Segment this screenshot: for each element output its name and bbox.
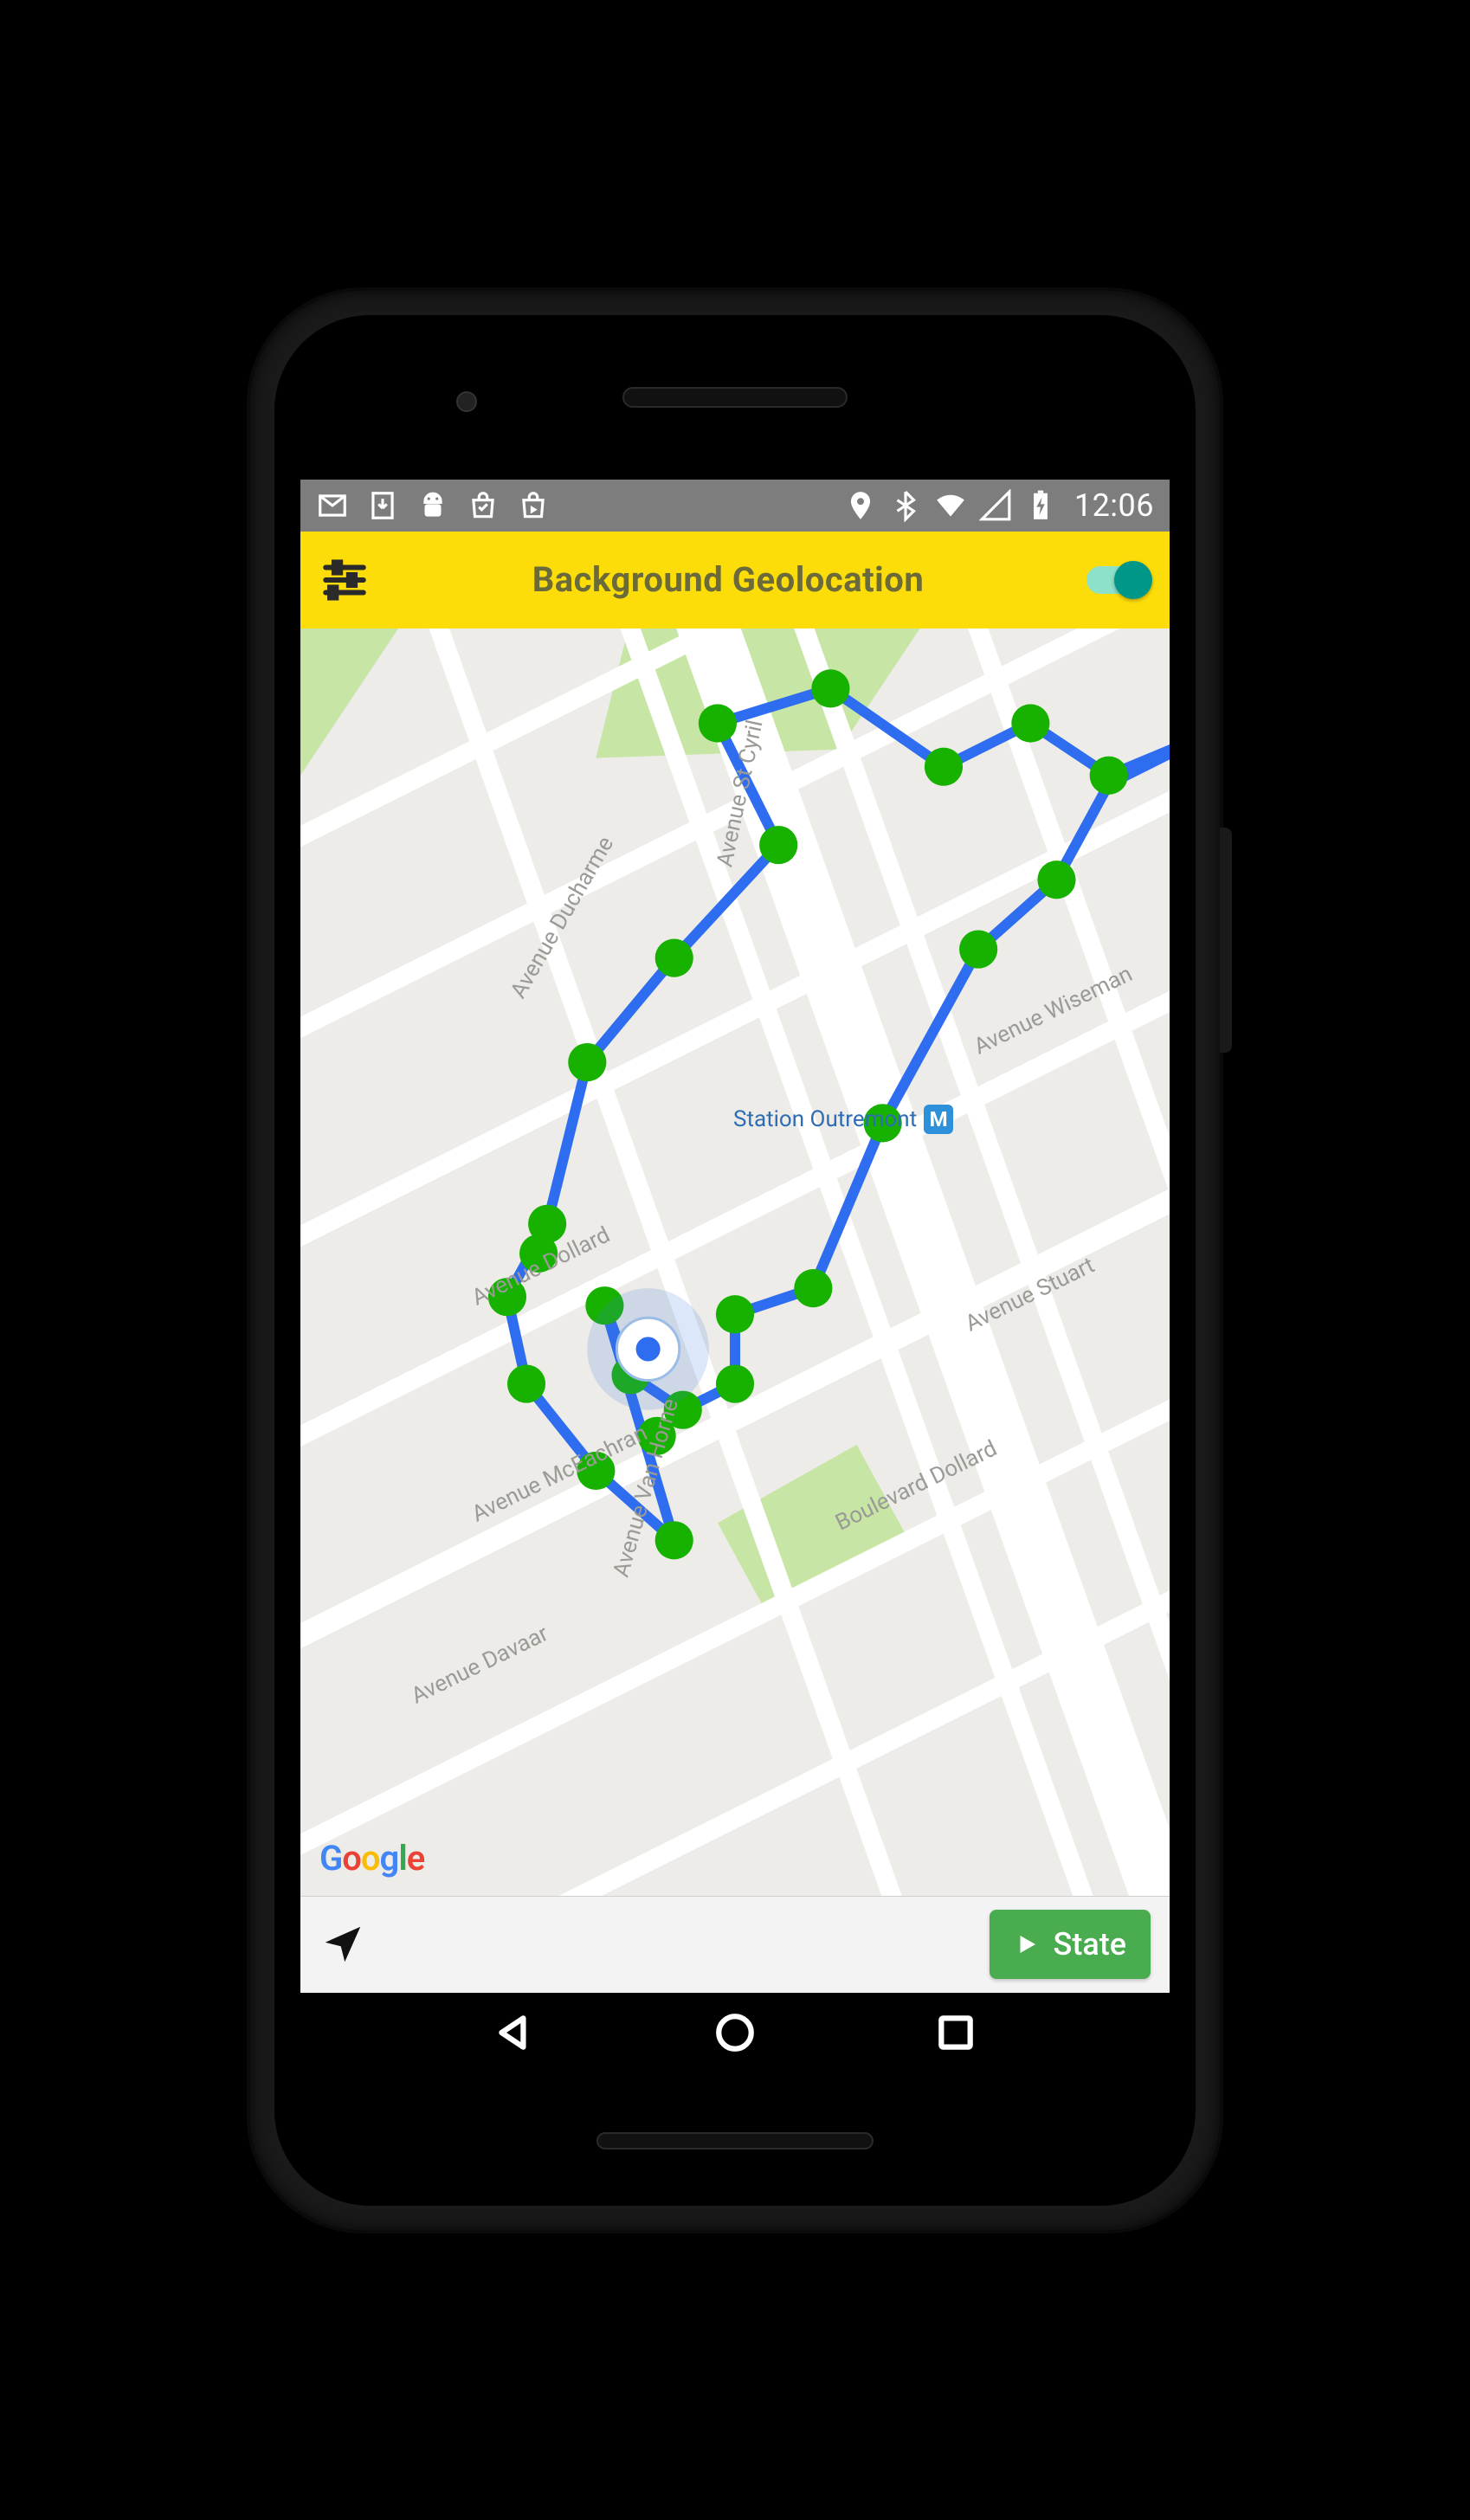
bottom-toolbar: State: [300, 1896, 1170, 1993]
back-icon: [493, 2011, 536, 2054]
navigate-icon: [319, 1921, 366, 1968]
status-bar: 12:06: [300, 480, 1170, 532]
download-icon: [366, 489, 399, 522]
android-icon: [416, 489, 449, 522]
metro-station-label: Station Outremont M: [733, 1105, 953, 1134]
home-button[interactable]: [713, 2011, 757, 2058]
home-icon: [713, 2011, 757, 2054]
screen: 12:06 Background Geolocation: [300, 480, 1170, 2076]
map-view[interactable]: Avenue Ducharme Avenue St Cyril Avenue W…: [300, 628, 1170, 1896]
app-title: Background Geolocation: [370, 559, 1086, 600]
station-name: Station Outremont: [733, 1106, 917, 1132]
cell-icon: [979, 489, 1012, 522]
store1-icon: [467, 489, 500, 522]
status-right: 12:06: [844, 487, 1154, 524]
status-time: 12:06: [1074, 487, 1154, 524]
app-header: Background Geolocation: [300, 532, 1170, 628]
state-button-label: State: [1054, 1926, 1126, 1963]
phone-top: [274, 315, 1196, 480]
tracking-toggle[interactable]: [1086, 563, 1151, 597]
play-icon: [1014, 1931, 1040, 1957]
mail-icon: [316, 489, 349, 522]
state-button[interactable]: State: [990, 1910, 1151, 1979]
status-left: [316, 489, 550, 522]
store2-icon: [517, 489, 550, 522]
recents-icon: [934, 2011, 977, 2054]
back-button[interactable]: [493, 2011, 536, 2058]
battery-icon: [1024, 489, 1057, 522]
bluetooth-icon: [889, 489, 922, 522]
wifi-icon: [934, 489, 967, 522]
location-icon: [844, 489, 877, 522]
bottom-speaker: [596, 2132, 874, 2149]
metro-badge: M: [924, 1105, 953, 1134]
google-attribution: Google: [319, 1838, 424, 1879]
sliders-icon: [319, 555, 370, 605]
front-camera: [456, 391, 477, 412]
phone-bezel: 12:06 Background Geolocation: [274, 315, 1196, 2206]
phone-bottom: [274, 2076, 1196, 2206]
android-nav-bar: [300, 1993, 1170, 2076]
locate-button[interactable]: [319, 1921, 366, 1968]
toggle-knob: [1114, 561, 1152, 599]
settings-button[interactable]: [319, 555, 370, 605]
phone-side-button: [1220, 828, 1232, 1053]
earpiece-speaker: [622, 387, 848, 408]
phone-frame: 12:06 Background Geolocation: [250, 291, 1220, 2230]
recents-button[interactable]: [934, 2011, 977, 2058]
